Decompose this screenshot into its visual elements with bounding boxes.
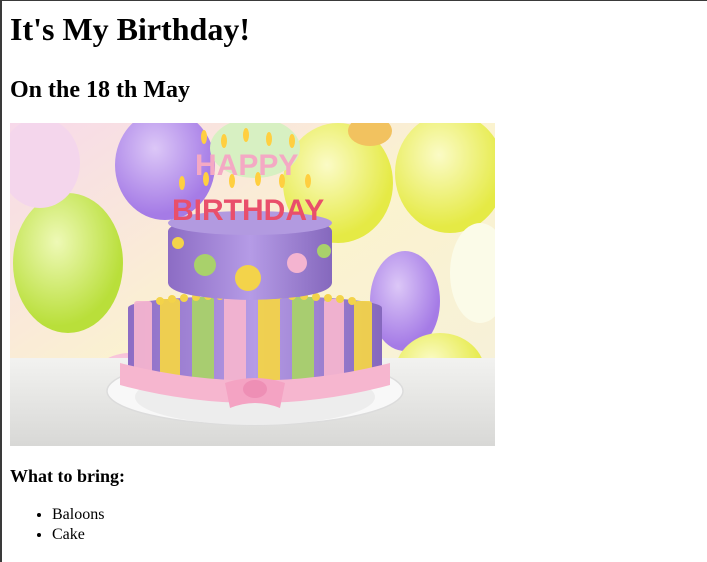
bring-heading: What to bring: (10, 466, 126, 486)
date-heading: On the 18 th May (10, 77, 190, 103)
list-item: Baloons (52, 505, 700, 525)
bring-list: Baloons Cake (10, 505, 700, 545)
list-item: Cake (52, 525, 700, 545)
page-title: It's My Birthday! (10, 11, 250, 47)
page-content: It's My Birthday! On the 18 th May HAPPY… (10, 0, 700, 545)
svg-text:BIRTHDAY: BIRTHDAY (172, 194, 324, 227)
birthday-cake-image: HAPPY BIRTHDAY (10, 123, 495, 446)
